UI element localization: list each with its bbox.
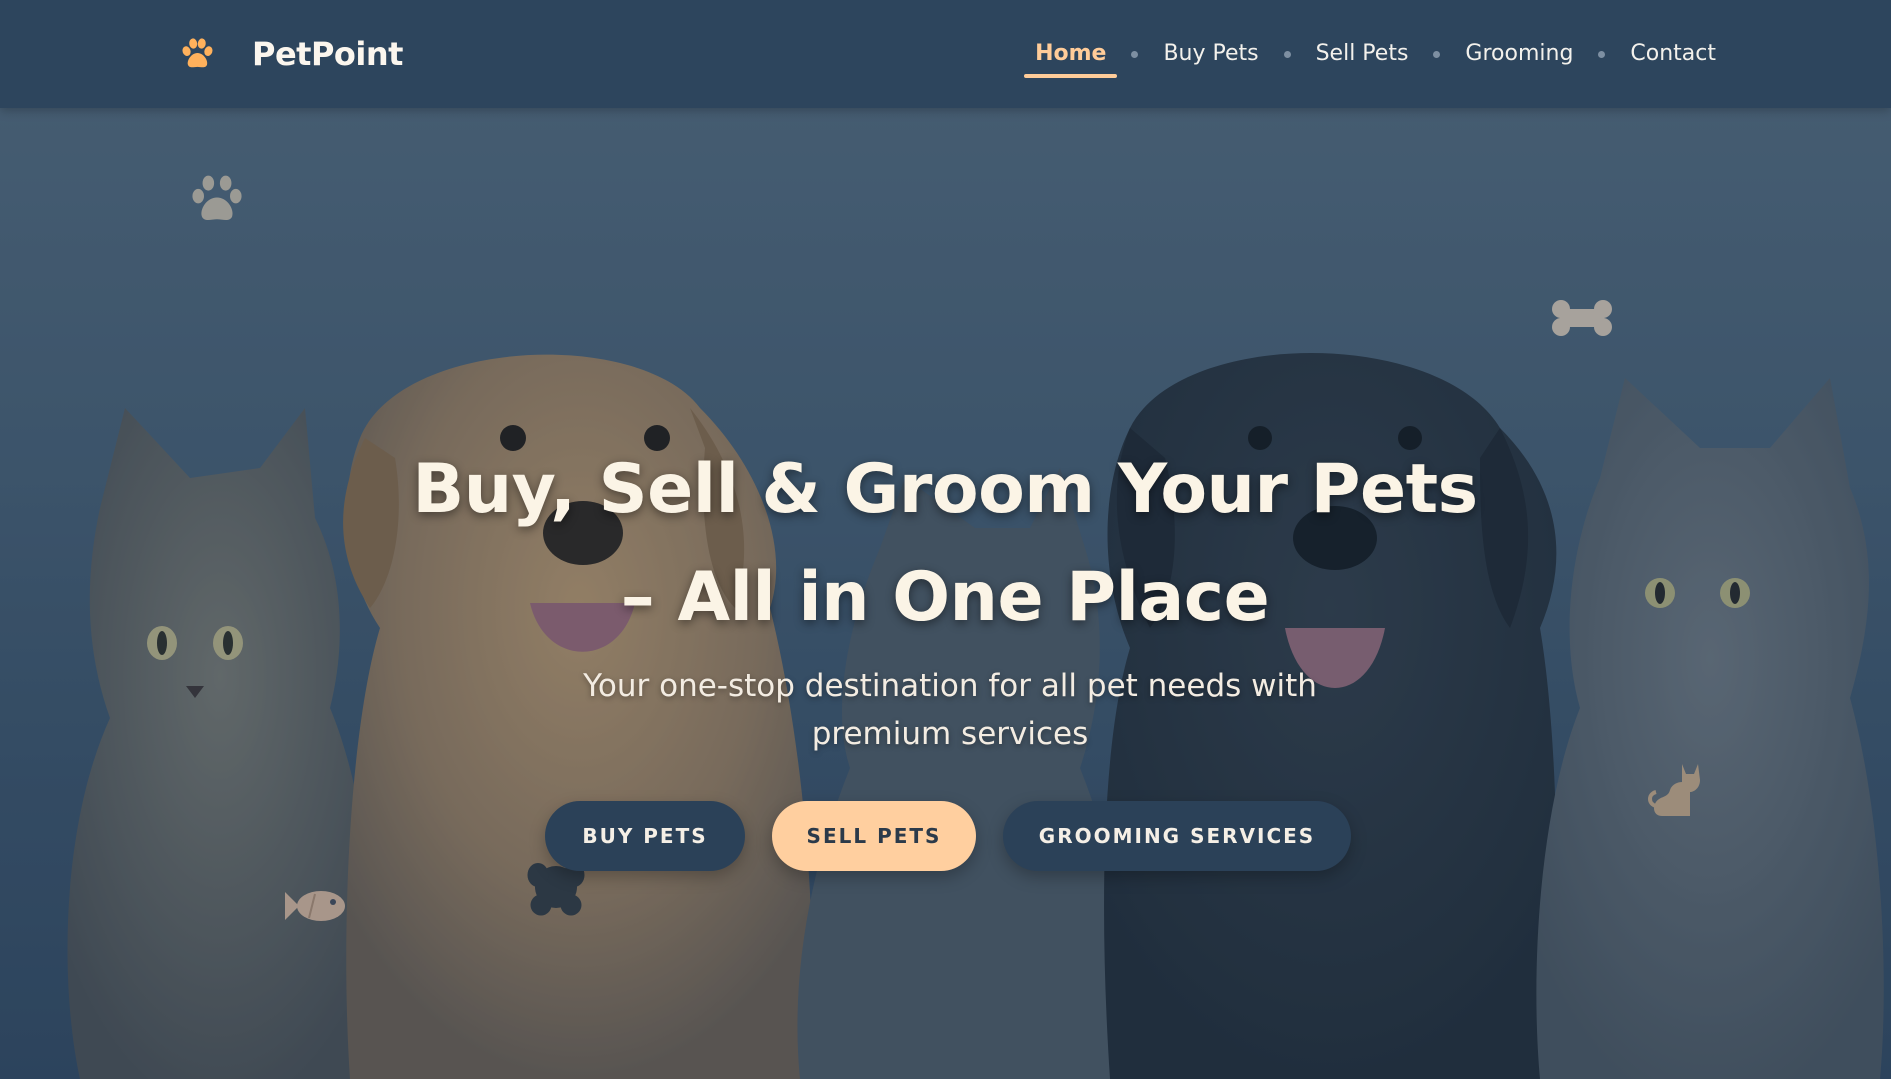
- cat-icon: [1648, 764, 1700, 816]
- top-navbar: PetPoint Home Buy Pets Sell Pets Groomin…: [0, 0, 1891, 108]
- nav-separator: [1131, 50, 1139, 58]
- hero-subtitle-line-1: Your one-stop destination for all pet ne…: [583, 668, 1317, 704]
- nav-separator: [1433, 50, 1441, 58]
- grooming-services-button[interactable]: Grooming Services: [1003, 801, 1351, 871]
- nav-item-contact[interactable]: Contact: [1619, 30, 1727, 78]
- brand-logo[interactable]: PetPoint: [178, 28, 403, 80]
- nav-separator: [1598, 50, 1606, 58]
- brand-name: PetPoint: [252, 35, 403, 73]
- fish-icon: [285, 891, 345, 921]
- nav-item-buy-pets[interactable]: Buy Pets: [1152, 30, 1269, 78]
- nav-item-home[interactable]: Home: [1024, 30, 1118, 78]
- sell-pets-button[interactable]: Sell Pets: [772, 801, 976, 871]
- buy-pets-button[interactable]: Buy Pets: [545, 801, 745, 871]
- pet-landing-page: PetPoint Home Buy Pets Sell Pets Groomin…: [0, 0, 1891, 1079]
- hero-subtitle: Your one-stop destination for all pet ne…: [545, 662, 1355, 758]
- paw-icon: [192, 175, 242, 220]
- bone-icon: [1552, 300, 1612, 336]
- hero-title-line-2: – All in One Place: [620, 558, 1270, 637]
- main-nav: Home Buy Pets Sell Pets Grooming Contact: [1024, 30, 1727, 78]
- hero-section: Buy, Sell & Groom Your Pets – All in One…: [0, 108, 1891, 1079]
- nav-separator: [1283, 50, 1291, 58]
- hero-title: Buy, Sell & Groom Your Pets – All in One…: [295, 436, 1595, 652]
- paw-icon: [182, 38, 213, 68]
- nav-item-sell-pets[interactable]: Sell Pets: [1305, 30, 1420, 78]
- nav-item-grooming[interactable]: Grooming: [1454, 30, 1584, 78]
- hero-title-line-1: Buy, Sell & Groom Your Pets: [412, 450, 1478, 529]
- hero-subtitle-line-2: premium services: [811, 716, 1089, 752]
